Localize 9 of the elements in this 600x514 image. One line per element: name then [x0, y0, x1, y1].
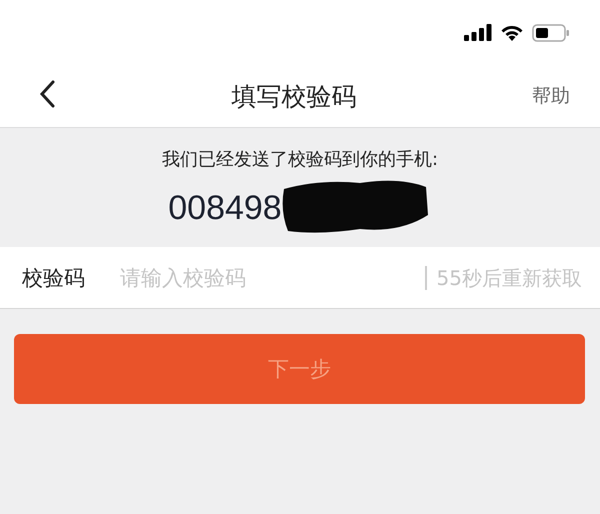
field-label: 校验码 — [22, 264, 86, 292]
page-title: 填写校验码 — [230, 80, 358, 112]
battery-icon — [532, 24, 570, 42]
signal-icon — [464, 24, 492, 41]
wifi-icon — [500, 24, 524, 42]
sent-message: 我们已经发送了校验码到你的手机: — [162, 148, 438, 171]
help-link[interactable]: 帮助 — [532, 83, 570, 109]
phone-number: 008498 — [168, 189, 282, 228]
code-input[interactable]: 请输入校验码 — [120, 266, 425, 290]
